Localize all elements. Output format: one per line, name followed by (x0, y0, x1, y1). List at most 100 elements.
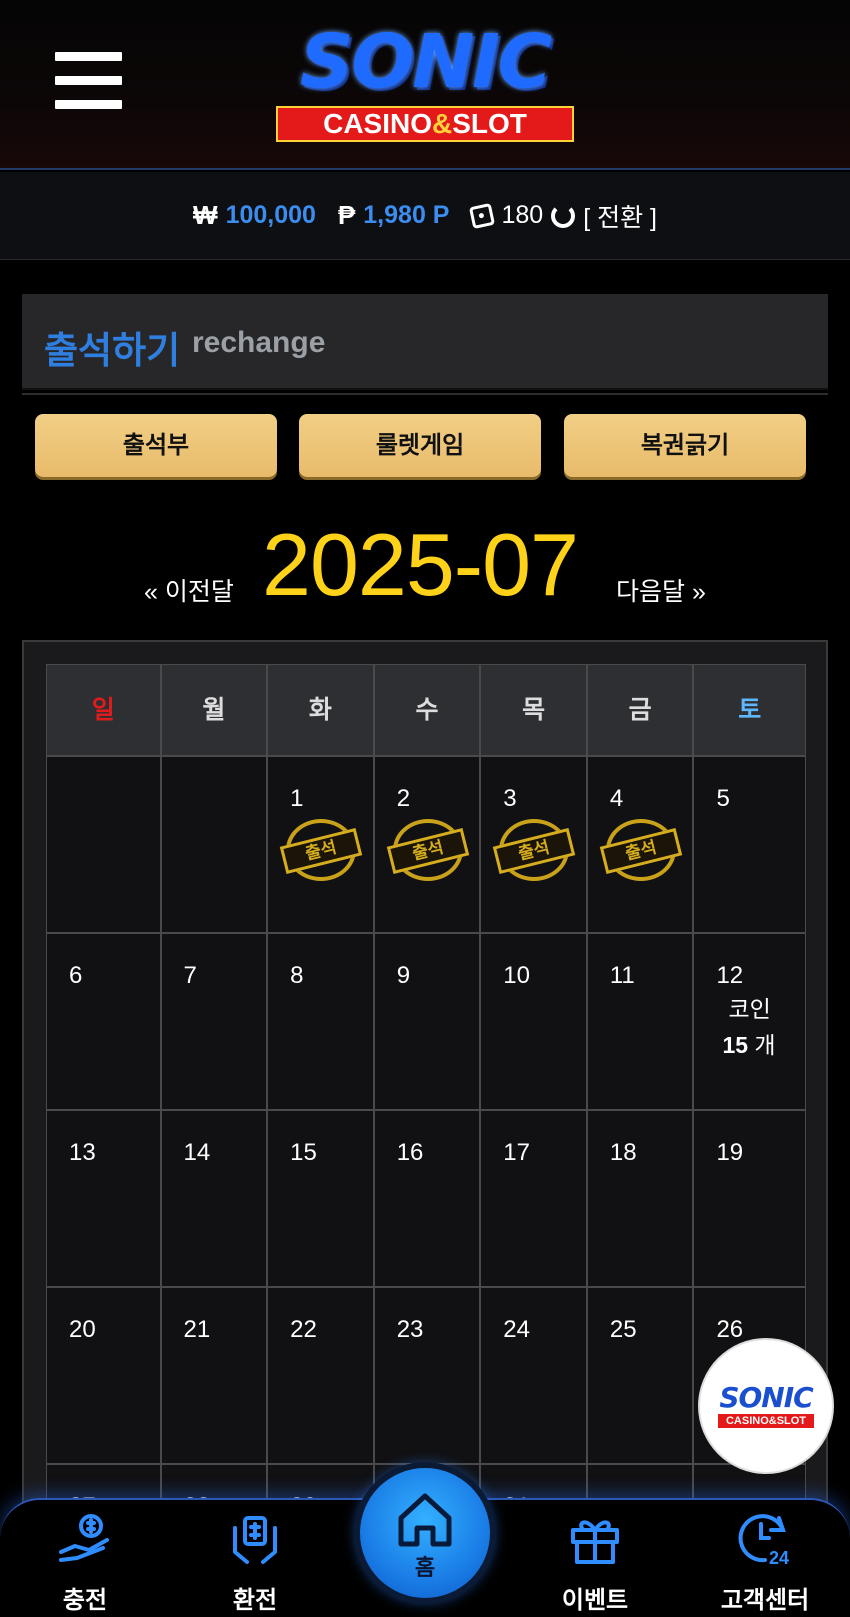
cash-value: 100,000 (225, 201, 316, 229)
attendance-stamp-icon: 출석 (493, 819, 576, 881)
day-number: 5 (716, 785, 730, 812)
menu-icon[interactable] (55, 52, 122, 112)
point-balance: ₱ 1,980 P (338, 200, 450, 231)
weekday-sat: 토 (693, 664, 806, 756)
day-number: 14 (183, 1139, 211, 1166)
day-cell: 21 (160, 1287, 268, 1464)
day-number: 3 (503, 785, 517, 812)
weekday-fri: 금 (586, 664, 694, 756)
nav-event[interactable]: 이벤트 (525, 1500, 665, 1617)
day-number: 2 (396, 785, 411, 812)
divider (22, 393, 828, 395)
day-cell: 10 (480, 933, 587, 1110)
day-cell: 13 (46, 1110, 161, 1287)
day-cell: 3 출석 (480, 756, 587, 933)
attendance-stamp-icon: 출석 (279, 819, 363, 881)
day-number: 8 (290, 962, 304, 989)
day-cell: 2 출석 (373, 756, 481, 933)
nav-deposit-label: 충전 (62, 1587, 108, 1614)
day-cell: 8 (267, 933, 374, 1110)
page-subtitle: rechange (192, 326, 326, 359)
day-cell: 19 (693, 1110, 806, 1287)
nav-deposit[interactable]: 충전 (15, 1500, 155, 1617)
day-number: 21 (183, 1316, 211, 1343)
site-logo[interactable]: SONIC CASINO&SLOT (250, 22, 600, 147)
balance-bar: ₩ 100,000 ₱ 1,980 P 180 [ 전환 ] (0, 172, 850, 260)
day-cell: 14 (160, 1110, 268, 1287)
day-number: 4 (609, 785, 624, 812)
day-number: 11 (609, 962, 635, 989)
day-number: 25 (609, 1316, 637, 1343)
weekday-thu: 목 (480, 664, 587, 756)
calendar-week: 20 21 22 23 24 25 26 (46, 1287, 806, 1464)
ticket-balance: 180 [ 전환 ] (469, 198, 657, 234)
exchange-icon (225, 1508, 285, 1568)
day-number: 19 (716, 1139, 744, 1166)
nav-event-label: 이벤트 (561, 1587, 629, 1614)
reward-label: 코인 (728, 996, 771, 1022)
day-number: 1 (290, 785, 304, 812)
day-cell-empty (160, 756, 268, 933)
support-24-icon: 24 (735, 1508, 795, 1568)
attendance-stamp-icon: 출석 (386, 819, 469, 881)
weekday-wed: 수 (373, 664, 481, 756)
day-cell: 17 (480, 1110, 587, 1287)
day-cell: 16 (373, 1110, 481, 1287)
day-number: 15 (290, 1139, 317, 1166)
day-number: 22 (290, 1316, 317, 1343)
day-cell: 9 (373, 933, 481, 1110)
calendar-week: 6 7 8 9 10 11 12 코인 15 개 (46, 933, 806, 1110)
nav-support[interactable]: 24 고객센터 (695, 1500, 835, 1617)
day-cell-empty (46, 756, 161, 933)
day-cell: 5 (693, 756, 806, 933)
nav-support-label: 고객센터 (720, 1587, 810, 1614)
won-icon: ₩ (193, 200, 218, 230)
day-cell: 6 (46, 933, 161, 1110)
day-number: 23 (396, 1316, 424, 1343)
convert-button[interactable]: [ 전환 ] (583, 198, 657, 234)
day-number: 7 (183, 962, 197, 989)
day-cell: 25 (586, 1287, 694, 1464)
ticket-value: 180 (501, 201, 544, 229)
tab-attendance[interactable]: 출석부 (35, 414, 277, 477)
month-navigation: « 이전달 2025-07 다음달 » (0, 512, 850, 614)
prev-month-link[interactable]: « 이전달 (144, 572, 234, 608)
day-number: 13 (69, 1139, 96, 1166)
floating-logo-main: SONIC (719, 1381, 813, 1414)
day-cell: 7 (160, 933, 268, 1110)
tab-lottery[interactable]: 복권긁기 (564, 414, 806, 477)
day-cell: 1 출석 (267, 756, 374, 933)
logo-sub-text: CASINO&SLOT (276, 106, 574, 142)
day-cell: 18 (586, 1110, 694, 1287)
weekday-mon: 월 (160, 664, 268, 756)
tab-roulette[interactable]: 룰렛게임 (299, 414, 541, 477)
home-icon (398, 1493, 452, 1547)
nav-home-label: 홈 (414, 1555, 436, 1580)
day-number: 9 (396, 962, 411, 989)
refresh-icon[interactable] (551, 203, 576, 228)
floating-logo-button[interactable]: SONIC CASINO&SLOT (700, 1340, 832, 1472)
weekday-tue: 화 (267, 664, 374, 756)
day-number: 6 (69, 962, 83, 989)
day-number: 26 (716, 1316, 744, 1343)
day-cell: 15 (267, 1110, 374, 1287)
attendance-stamp-icon: 출석 (599, 819, 683, 881)
nav-home-button[interactable]: 홈 (360, 1468, 490, 1598)
day-number: 24 (503, 1316, 530, 1343)
current-month: 2025-07 (262, 515, 579, 614)
day-cell-reward: 12 코인 15 개 (693, 933, 806, 1110)
day-number: 16 (396, 1139, 424, 1166)
page-title: 출석하기 (44, 330, 181, 371)
deposit-icon (55, 1508, 115, 1568)
day-cell: 24 (480, 1287, 587, 1464)
svg-text:24: 24 (769, 1548, 789, 1568)
page-title-panel: 출석하기 rechange (22, 294, 828, 390)
logo-main-text: SONIC (300, 19, 552, 105)
nav-exchange[interactable]: 환전 (185, 1500, 325, 1617)
day-cell: 4 출석 (586, 756, 694, 933)
next-month-link[interactable]: 다음달 » (616, 572, 706, 608)
calendar-week: 1 출석 2 출석 3 출석 4 출석 5 (46, 756, 806, 933)
header: SONIC CASINO&SLOT (0, 0, 850, 170)
day-number: 20 (69, 1316, 96, 1343)
cash-balance: ₩ 100,000 (193, 200, 316, 231)
